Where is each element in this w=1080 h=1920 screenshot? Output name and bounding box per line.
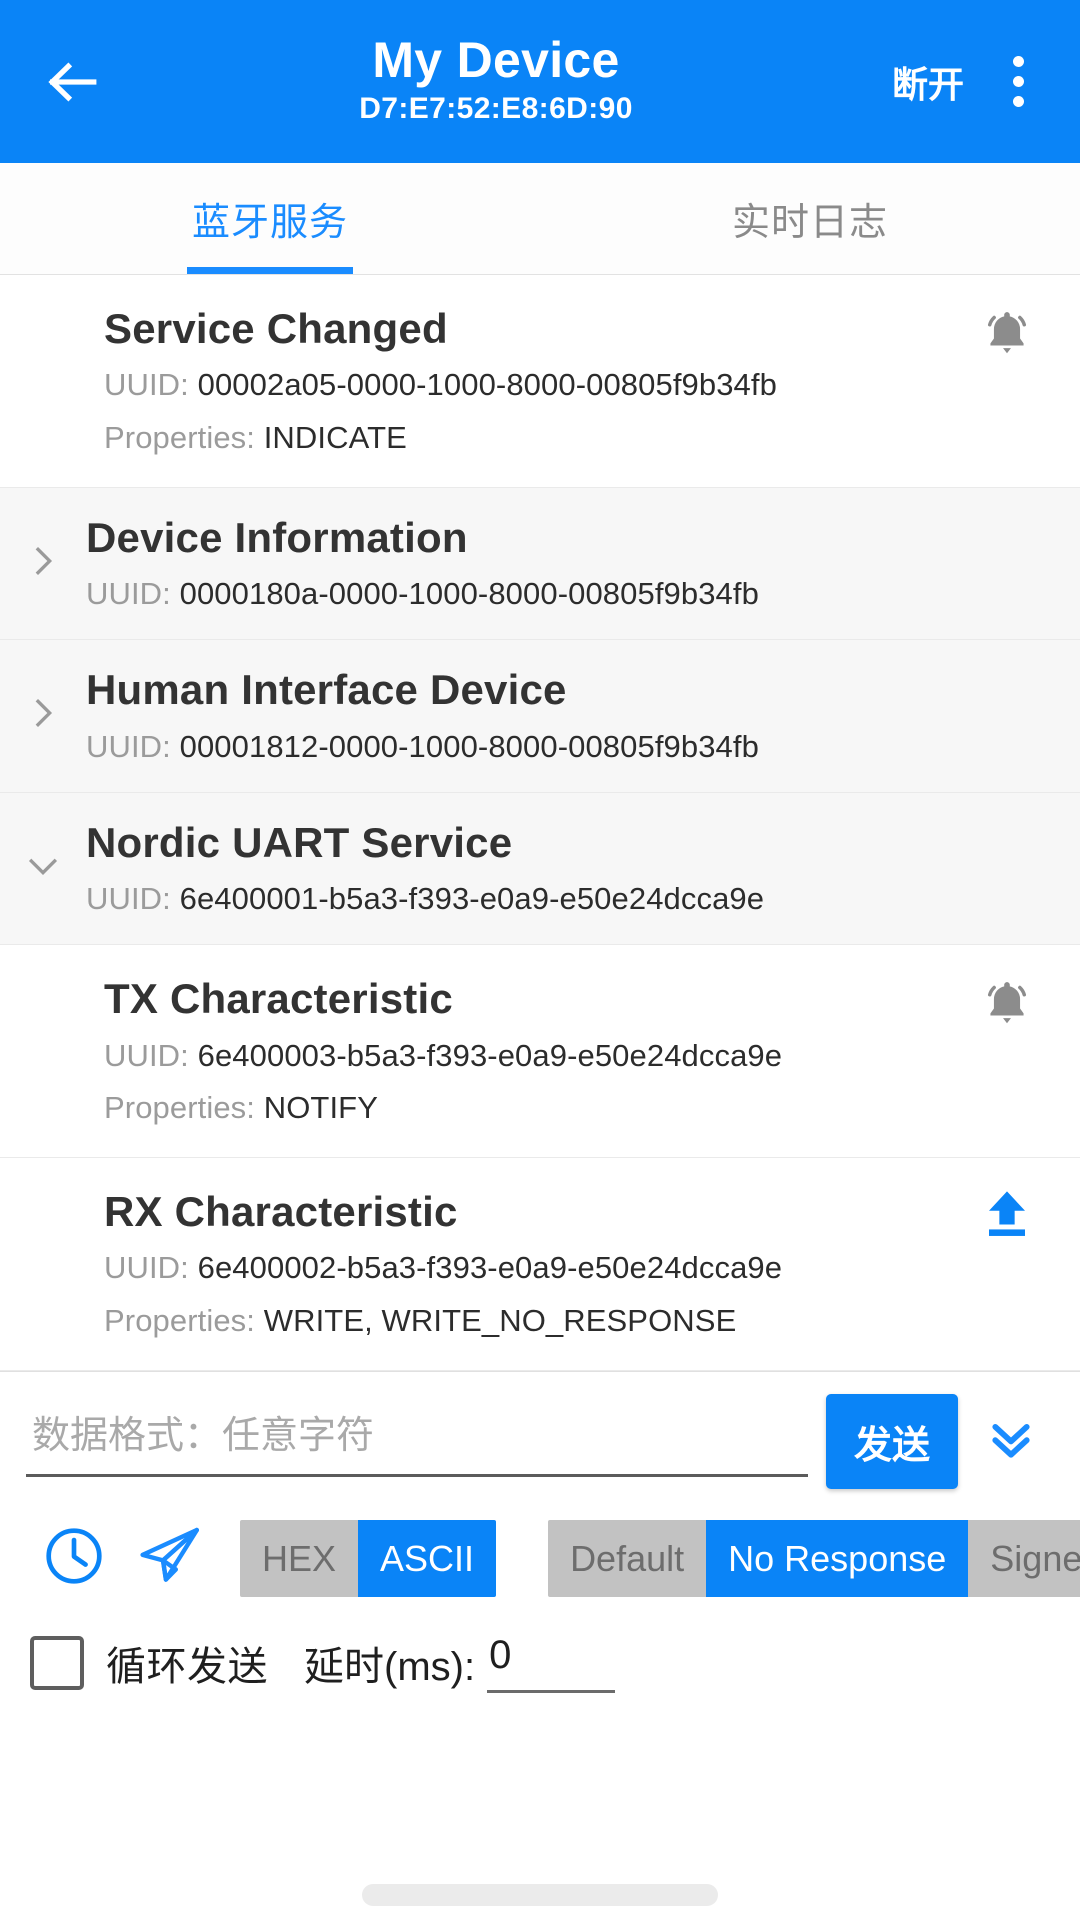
uuid-value: 6e400003-b5a3-f393-e0a9-e50e24dcca9e bbox=[197, 1037, 783, 1073]
delay-label: 延时(ms): bbox=[304, 1644, 476, 1689]
uuid-value: 6e400002-b5a3-f393-e0a9-e50e24dcca9e bbox=[197, 1250, 783, 1286]
uuid-label: UUID: bbox=[104, 367, 198, 403]
uuid-label: UUID: bbox=[104, 1250, 198, 1286]
uuid-value: 6e400001-b5a3-f393-e0a9-e50e24dcca9e bbox=[179, 881, 765, 917]
delay-input-wrap bbox=[487, 1632, 616, 1693]
tab-realtime-log[interactable]: 实时日志 bbox=[540, 163, 1080, 274]
overflow-menu-button[interactable] bbox=[982, 34, 1054, 130]
uuid-line: UUID: 6e400003-b5a3-f393-e0a9-e50e24dcca… bbox=[104, 1032, 964, 1079]
properties-line: Properties: WRITE, WRITE_NO_RESPONSE bbox=[104, 1297, 964, 1344]
paper-plane-icon bbox=[135, 1521, 205, 1596]
tab-bluetooth-services[interactable]: 蓝牙服务 bbox=[0, 163, 540, 274]
row-content: Nordic UART Service UUID: 6e400001-b5a3-… bbox=[86, 815, 1050, 923]
expand-more-button[interactable] bbox=[968, 1398, 1054, 1484]
uuid-line: UUID: 0000180a-0000-1000-8000-00805f9b34… bbox=[86, 570, 1050, 617]
expand-toggle[interactable] bbox=[0, 541, 86, 586]
device-title-block: My Device D7:E7:52:E8:6D:90 bbox=[112, 33, 888, 131]
write-type-segmented-control: Default No Response Signed bbox=[548, 1519, 1080, 1598]
properties-label: Properties: bbox=[104, 1302, 264, 1338]
row-content: Service Changed UUID: 00002a05-0000-1000… bbox=[104, 301, 964, 461]
clock-icon bbox=[41, 1523, 107, 1594]
properties-line: Properties: NOTIFY bbox=[104, 1084, 964, 1131]
tool-row: HEX ASCII Default No Response Signed bbox=[26, 1489, 1080, 1607]
list-item[interactable]: Human Interface Device UUID: 00001812-00… bbox=[0, 640, 1080, 793]
back-button[interactable] bbox=[26, 36, 118, 128]
send-row: 发送 bbox=[26, 1372, 1054, 1489]
uuid-label: UUID: bbox=[104, 1037, 198, 1073]
device-address: D7:E7:52:E8:6D:90 bbox=[359, 91, 633, 125]
chevron-right-icon bbox=[23, 541, 63, 586]
list-item[interactable]: Device Information UUID: 0000180a-0000-1… bbox=[0, 487, 1080, 641]
composer-panel: 发送 bbox=[0, 1370, 1080, 1693]
uuid-label: UUID: bbox=[86, 728, 180, 764]
list-item[interactable]: RX Characteristic UUID: 6e400002-b5a3-f3… bbox=[0, 1157, 1080, 1371]
bell-active-icon bbox=[979, 977, 1035, 1038]
characteristic-name: Service Changed bbox=[104, 305, 448, 352]
uuid-line: UUID: 00002a05-0000-1000-8000-00805f9b34… bbox=[104, 361, 964, 408]
list-item[interactable]: TX Characteristic UUID: 6e400003-b5a3-f3… bbox=[0, 945, 1080, 1158]
characteristic-name: TX Characteristic bbox=[104, 975, 453, 1023]
collapse-toggle[interactable] bbox=[0, 846, 86, 891]
uuid-value: 00002a05-0000-1000-8000-00805f9b34fb bbox=[197, 367, 777, 403]
home-indicator[interactable] bbox=[362, 1884, 718, 1906]
service-name: Human Interface Device bbox=[86, 666, 567, 714]
write-type-default[interactable]: Default bbox=[548, 1519, 707, 1598]
quick-send-button[interactable] bbox=[122, 1511, 218, 1607]
properties-line: Properties: INDICATE bbox=[104, 414, 964, 461]
uuid-value: 0000180a-0000-1000-8000-00805f9b34fb bbox=[179, 576, 759, 612]
service-list: Service Changed UUID: 00002a05-0000-1000… bbox=[0, 275, 1080, 1371]
system-nav-bar bbox=[0, 1884, 1080, 1906]
bell-active-icon bbox=[979, 307, 1035, 368]
data-input[interactable] bbox=[26, 1405, 808, 1478]
write-type-no-response[interactable]: No Response bbox=[706, 1519, 969, 1598]
notify-toggle-button[interactable] bbox=[964, 971, 1050, 1038]
write-type-signed[interactable]: Signed bbox=[968, 1519, 1080, 1598]
row-content: RX Characteristic UUID: 6e400002-b5a3-f3… bbox=[104, 1184, 964, 1344]
arrow-left-icon bbox=[43, 53, 101, 111]
loop-send-label: 循环发送 bbox=[106, 1644, 268, 1689]
loop-send-row: 循环发送 延时(ms): bbox=[26, 1607, 1054, 1693]
more-vertical-icon bbox=[1012, 56, 1024, 107]
double-chevron-down-icon bbox=[982, 1410, 1040, 1473]
uuid-label: UUID: bbox=[86, 576, 180, 612]
history-button[interactable] bbox=[26, 1511, 122, 1607]
uuid-line: UUID: 6e400001-b5a3-f393-e0a9-e50e24dcca… bbox=[86, 875, 1050, 922]
properties-value: NOTIFY bbox=[263, 1089, 378, 1125]
uuid-label: UUID: bbox=[86, 881, 180, 917]
properties-label: Properties: bbox=[104, 1089, 264, 1125]
disconnect-button[interactable]: 断开 bbox=[888, 46, 968, 118]
chevron-right-icon bbox=[23, 693, 63, 738]
delay-input[interactable] bbox=[487, 1632, 616, 1693]
service-name: Nordic UART Service bbox=[86, 818, 513, 866]
properties-value: INDICATE bbox=[263, 419, 407, 455]
chevron-down-icon bbox=[23, 846, 63, 891]
format-option-hex[interactable]: HEX bbox=[240, 1519, 359, 1598]
list-item[interactable]: Nordic UART Service UUID: 6e400001-b5a3-… bbox=[0, 792, 1080, 946]
send-button[interactable]: 发送 bbox=[825, 1393, 958, 1489]
row-content: Human Interface Device UUID: 00001812-00… bbox=[86, 662, 1050, 770]
page-title: My Device bbox=[372, 31, 620, 88]
uuid-value: 00001812-0000-1000-8000-00805f9b34fb bbox=[179, 728, 759, 764]
expand-toggle[interactable] bbox=[0, 693, 86, 738]
app-bar: My Device D7:E7:52:E8:6D:90 断开 bbox=[0, 0, 1080, 163]
tab-bar: 蓝牙服务 实时日志 bbox=[0, 163, 1080, 275]
data-input-wrap bbox=[26, 1405, 808, 1478]
notify-toggle-button[interactable] bbox=[964, 301, 1050, 368]
service-name: Device Information bbox=[86, 513, 468, 561]
row-content: Device Information UUID: 0000180a-0000-1… bbox=[86, 510, 1050, 618]
properties-value: WRITE, WRITE_NO_RESPONSE bbox=[263, 1302, 737, 1338]
format-option-ascii[interactable]: ASCII bbox=[358, 1519, 497, 1598]
loop-send-checkbox[interactable] bbox=[30, 1635, 84, 1690]
upload-icon bbox=[980, 1186, 1034, 1245]
data-format-segmented-control: HEX ASCII bbox=[240, 1519, 497, 1598]
write-button[interactable] bbox=[964, 1184, 1050, 1245]
properties-label: Properties: bbox=[104, 419, 264, 455]
characteristic-name: RX Characteristic bbox=[104, 1187, 458, 1235]
uuid-line: UUID: 6e400002-b5a3-f393-e0a9-e50e24dcca… bbox=[104, 1244, 964, 1291]
list-item[interactable]: Service Changed UUID: 00002a05-0000-1000… bbox=[0, 275, 1080, 488]
uuid-line: UUID: 00001812-0000-1000-8000-00805f9b34… bbox=[86, 723, 1050, 770]
row-content: TX Characteristic UUID: 6e400003-b5a3-f3… bbox=[104, 971, 964, 1131]
